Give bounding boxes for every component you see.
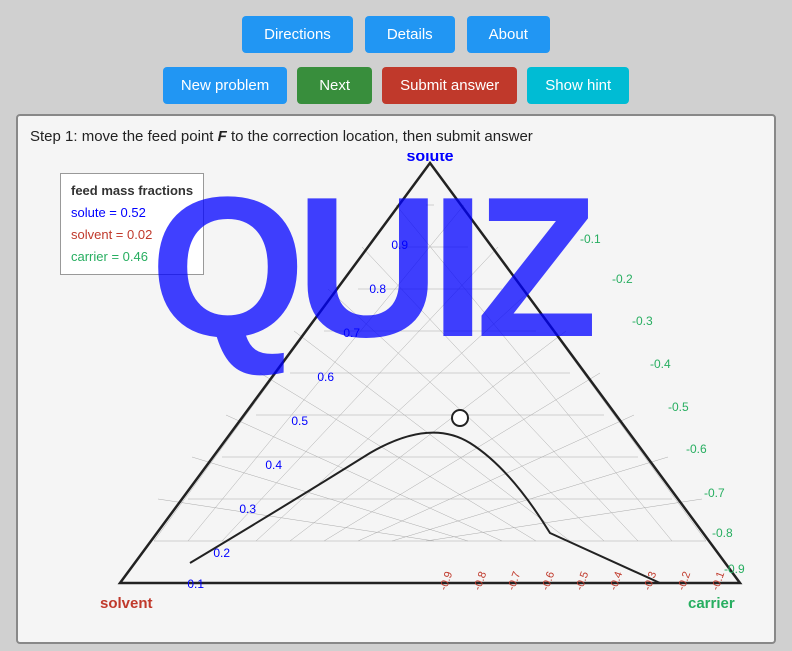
svg-text:-0.6: -0.6	[686, 442, 707, 456]
svg-text:0.4: 0.4	[265, 458, 282, 472]
details-button[interactable]: Details	[365, 16, 455, 53]
svg-text:-0.5: -0.5	[668, 400, 689, 414]
svg-text:-0.9: -0.9	[724, 562, 745, 576]
feed-point[interactable]	[452, 410, 468, 426]
svg-text:0.8: 0.8	[369, 282, 386, 296]
about-button[interactable]: About	[467, 16, 550, 53]
svg-text:-0.9: -0.9	[438, 570, 456, 592]
svg-text:0.5: 0.5	[291, 414, 308, 428]
svg-text:0.1: 0.1	[187, 577, 204, 591]
feed-point-label: F	[218, 128, 227, 145]
new-problem-button[interactable]: New problem	[163, 67, 287, 104]
svg-text:-0.1: -0.1	[710, 570, 728, 592]
directions-button[interactable]: Directions	[242, 16, 353, 53]
svg-text:-0.8: -0.8	[472, 570, 490, 592]
svg-text:-0.4: -0.4	[608, 570, 626, 592]
solvent-axis-label: solvent	[100, 595, 153, 612]
svg-text:-0.8: -0.8	[712, 526, 733, 540]
svg-text:0.7: 0.7	[343, 326, 360, 340]
svg-text:-0.1: -0.1	[580, 232, 601, 246]
top-nav: Directions Details About	[0, 0, 792, 63]
svg-text:-0.7: -0.7	[506, 570, 524, 592]
submit-answer-button[interactable]: Submit answer	[382, 67, 517, 104]
ternary-diagram[interactable]: solute solvent carrier 0.9 0.8 0.7 0.6 0…	[90, 153, 770, 613]
svg-text:0.6: 0.6	[317, 370, 334, 384]
svg-text:-0.4: -0.4	[650, 357, 671, 371]
solute-axis-label: solute	[406, 153, 453, 165]
chart-area[interactable]: feed mass fractions solute = 0.52 solven…	[30, 153, 762, 623]
svg-text:-0.3: -0.3	[632, 314, 653, 328]
show-hint-button[interactable]: Show hint	[527, 67, 629, 104]
svg-text:-0.2: -0.2	[612, 272, 633, 286]
svg-text:-0.5: -0.5	[574, 570, 592, 592]
svg-text:-0.2: -0.2	[676, 570, 694, 592]
next-button[interactable]: Next	[297, 67, 372, 104]
svg-text:-0.7: -0.7	[704, 486, 725, 500]
action-bar: New problem Next Submit answer Show hint	[0, 63, 792, 114]
svg-text:0.3: 0.3	[239, 502, 256, 516]
main-panel: Step 1: move the feed point F to the cor…	[16, 114, 776, 644]
svg-text:0.9: 0.9	[391, 238, 408, 252]
step-instruction: Step 1: move the feed point F to the cor…	[30, 128, 762, 145]
carrier-axis-label: carrier	[688, 595, 735, 612]
svg-text:-0.6: -0.6	[540, 570, 558, 592]
